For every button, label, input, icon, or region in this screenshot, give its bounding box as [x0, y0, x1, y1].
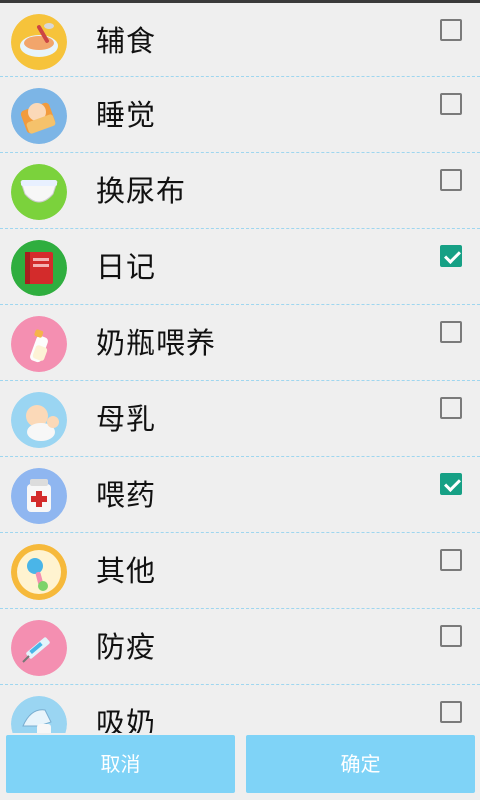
action-bar: 取消 确定 — [0, 733, 480, 800]
item-label: 其他 — [96, 554, 157, 588]
item-label: 奶瓶喂养 — [96, 326, 217, 360]
list-item-bottle[interactable]: 奶瓶喂养 — [0, 305, 480, 381]
diary-book-icon — [11, 240, 67, 296]
item-label: 换尿布 — [96, 174, 187, 208]
item-checkbox[interactable] — [440, 549, 462, 571]
item-checkbox[interactable] — [440, 473, 462, 495]
item-checkbox[interactable] — [440, 19, 462, 41]
sleeping-baby-icon — [11, 88, 67, 144]
list-item-diary[interactable]: 日记 — [0, 229, 480, 305]
breastfeeding-baby-icon — [11, 392, 67, 448]
baby-bottle-icon — [11, 316, 67, 372]
list-item-breastmilk[interactable]: 母乳 — [0, 381, 480, 457]
item-checkbox[interactable] — [440, 169, 462, 191]
item-checkbox[interactable] — [440, 245, 462, 267]
item-label: 喂药 — [96, 478, 157, 512]
list-item-pump[interactable]: 吸奶 — [0, 685, 480, 733]
item-checkbox[interactable] — [440, 625, 462, 647]
item-checkbox[interactable] — [440, 321, 462, 343]
item-label: 辅食 — [96, 24, 157, 58]
medicine-bottle-icon — [11, 468, 67, 524]
baby-food-bowl-icon — [11, 14, 67, 70]
rattle-icon — [11, 544, 67, 600]
cancel-button[interactable]: 取消 — [6, 735, 235, 793]
item-checkbox[interactable] — [440, 397, 462, 419]
record-type-list[interactable]: 辅食 睡觉 换尿布 日记 奶瓶喂养 母乳 喂药 其他 防疫 吸奶 — [0, 3, 480, 733]
item-label: 防疫 — [96, 630, 157, 664]
diaper-icon — [11, 164, 67, 220]
list-item-food[interactable]: 辅食 — [0, 3, 480, 77]
list-item-other[interactable]: 其他 — [0, 533, 480, 609]
breast-pump-icon — [11, 696, 67, 733]
list-item-sleep[interactable]: 睡觉 — [0, 77, 480, 153]
list-item-diaper[interactable]: 换尿布 — [0, 153, 480, 229]
item-label: 睡觉 — [96, 98, 157, 132]
item-checkbox[interactable] — [440, 93, 462, 115]
item-checkbox[interactable] — [440, 701, 462, 723]
vaccine-syringe-icon — [11, 620, 67, 676]
list-item-vaccine[interactable]: 防疫 — [0, 609, 480, 685]
item-label: 日记 — [96, 250, 157, 284]
item-label: 母乳 — [96, 402, 157, 436]
item-label: 吸奶 — [96, 706, 157, 733]
confirm-button[interactable]: 确定 — [246, 735, 475, 793]
list-item-medicine[interactable]: 喂药 — [0, 457, 480, 533]
